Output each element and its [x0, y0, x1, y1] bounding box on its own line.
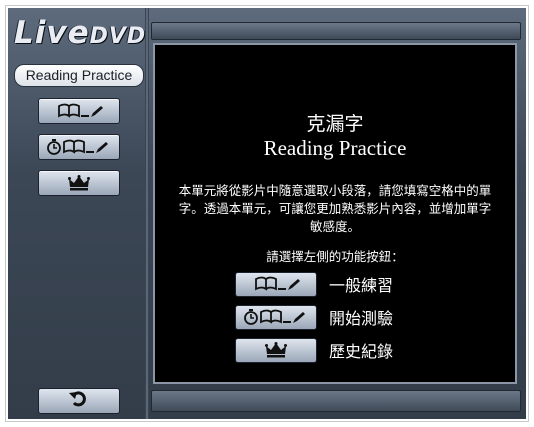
timer-book-pencil-icon: [46, 138, 112, 156]
option-row-quiz: 開始測驗: [235, 304, 393, 330]
practice-legend-button[interactable]: [235, 271, 317, 297]
refresh-back-icon: [68, 390, 90, 412]
quiz-legend-button[interactable]: [235, 304, 317, 330]
history-legend-button[interactable]: [235, 337, 317, 363]
quiz-button[interactable]: [38, 134, 120, 160]
option-row-history: 歷史紀錄: [235, 337, 393, 363]
option-label: 開始測驗: [329, 309, 394, 328]
logo-sub: DVD: [89, 24, 147, 49]
back-button[interactable]: [38, 388, 120, 414]
option-row-practice: 一般練習: [235, 271, 393, 297]
prompt-text: 請選擇左側的功能按鈕：: [266, 249, 404, 264]
app-window: Live DVD Reading Practice 克漏字 Reading Pr…: [8, 8, 526, 419]
book-pencil-icon: [53, 103, 105, 119]
mode-title: Reading Practice: [14, 64, 144, 87]
option-label: 歷史紀錄: [329, 342, 394, 361]
content-panel: 克漏字 Reading Practice 本單元將從影片中隨意選取小段落，請您填…: [153, 43, 517, 384]
crown-icon: [265, 342, 287, 358]
practice-button[interactable]: [38, 98, 120, 124]
bottom-bar: [151, 390, 521, 412]
history-button[interactable]: [38, 170, 120, 196]
description-text: 本單元將從影片中隨意選取小段落，請您填寫空格中的單字。透過本單元，可讓您更加熟悉…: [178, 183, 492, 234]
timer-book-pencil-icon: [243, 308, 309, 326]
page-title-cn: 克漏字: [306, 113, 364, 135]
logo-main: Live: [14, 15, 90, 51]
top-bar: [151, 22, 521, 40]
crown-icon: [68, 175, 90, 191]
option-label: 一般練習: [329, 276, 394, 295]
livedvd-logo: Live DVD: [14, 15, 148, 55]
book-pencil-icon: [250, 276, 302, 292]
sidebar-divider: [145, 8, 149, 419]
page-title-en: Reading Practice: [263, 136, 407, 160]
